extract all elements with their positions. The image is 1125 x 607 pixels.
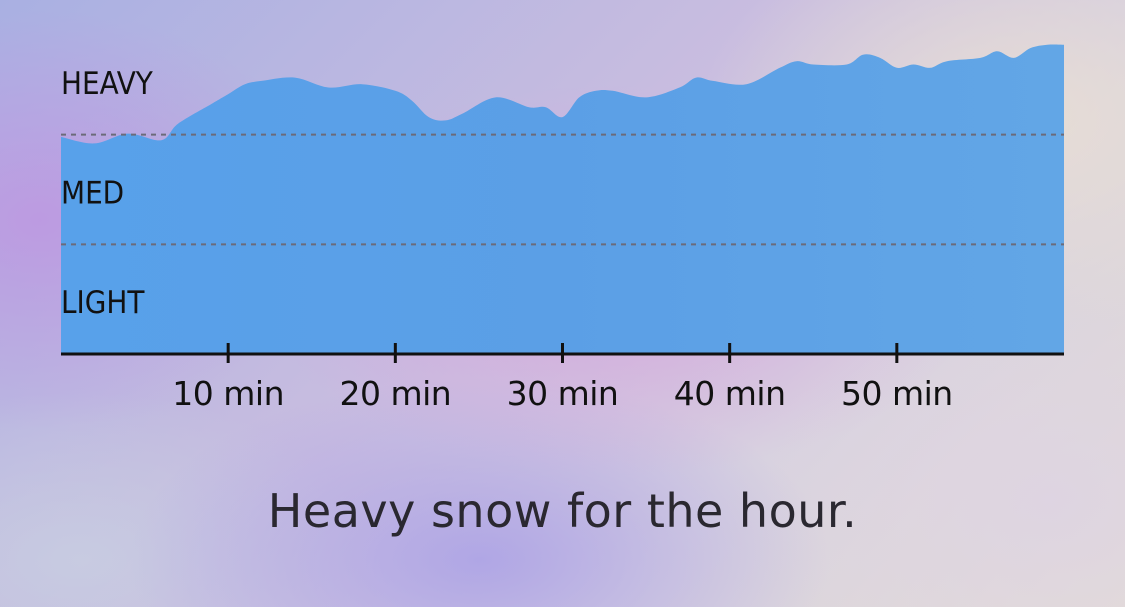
band-label-heavy: HEAVY [61, 66, 154, 102]
forecast-summary: Heavy snow for the hour. [267, 484, 858, 538]
x-tick-label: 50 min [841, 374, 953, 413]
band-label-light: LIGHT [61, 285, 145, 321]
x-tick-label: 30 min [507, 374, 619, 413]
x-tick-label: 10 min [172, 374, 284, 413]
x-tick-label: 40 min [674, 374, 786, 413]
precipitation-area [61, 44, 1064, 354]
x-tick-label: 20 min [339, 374, 451, 413]
band-label-med: MED [61, 176, 124, 212]
